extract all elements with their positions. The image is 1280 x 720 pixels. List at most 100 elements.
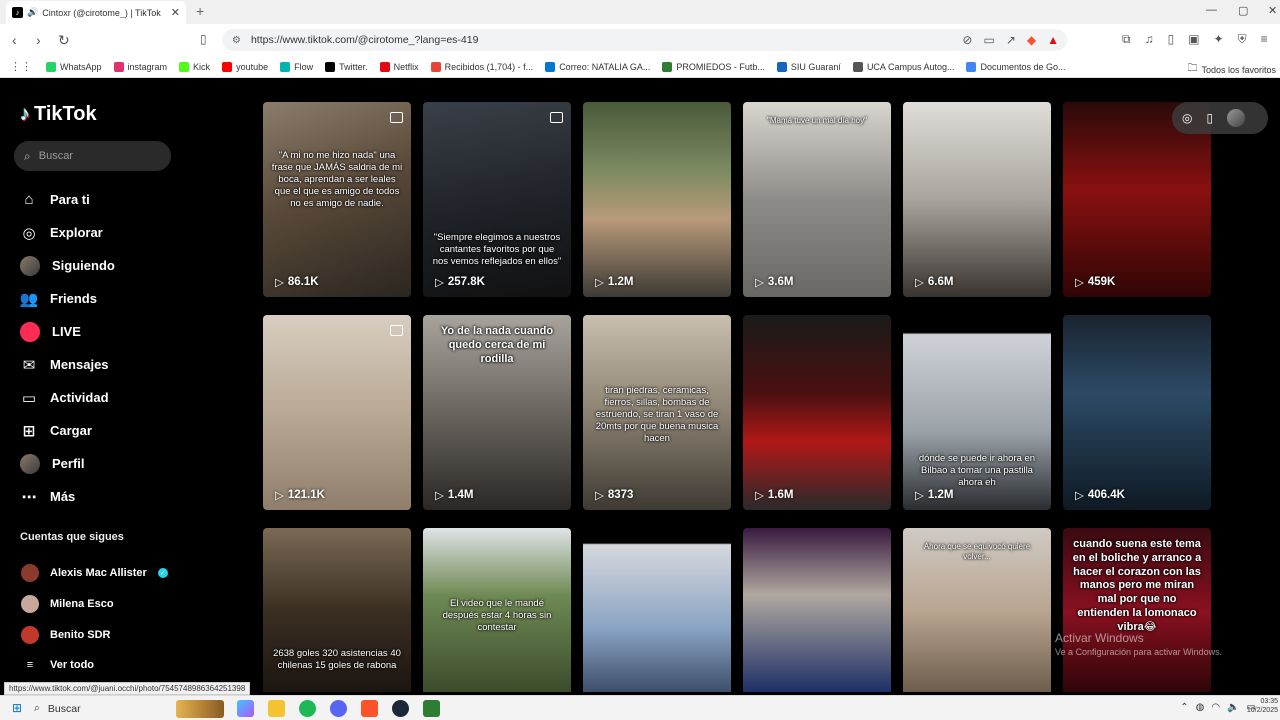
- reload-button[interactable]: ↻: [58, 32, 70, 49]
- video-card[interactable]: Ahora que se equivocó quiere volver...: [903, 528, 1051, 692]
- profile-avatar-small[interactable]: [1227, 109, 1246, 127]
- minimize-button[interactable]: —: [1206, 4, 1217, 16]
- bookmark-item[interactable]: PROMIEDOS - Futb...: [662, 61, 765, 72]
- wallet-icon[interactable]: ▣: [1188, 32, 1199, 47]
- following-account[interactable]: Benito SDR: [21, 619, 168, 650]
- view-count-value: 86.1K: [287, 276, 319, 288]
- maximize-button[interactable]: ▢: [1238, 4, 1248, 17]
- bookmark-item[interactable]: Flow: [280, 61, 313, 72]
- url-field[interactable]: ⚙ https://www.tiktok.com/@cirotome_?lang…: [222, 29, 1067, 51]
- video-card[interactable]: [743, 528, 891, 692]
- video-card[interactable]: dónde se puede ir ahora en Bilbao a toma…: [903, 315, 1051, 510]
- sidebar-icon[interactable]: ▯: [1168, 32, 1175, 47]
- video-card[interactable]: ▷ 1.2M: [583, 102, 731, 297]
- following-account[interactable]: Alexis Mac Allister ✓: [21, 557, 168, 588]
- sidebar-item-friends[interactable]: 👥 Friends: [20, 282, 115, 315]
- bookmark-favicon-icon: [222, 61, 233, 72]
- device-icon[interactable]: ▯: [1206, 111, 1213, 125]
- new-tab-button[interactable]: +: [196, 3, 204, 19]
- share-icon[interactable]: ↗: [1006, 33, 1016, 47]
- taskbar-search[interactable]: ⌕ Buscar: [34, 699, 224, 718]
- bookmark-item[interactable]: youtube: [222, 61, 268, 72]
- video-card[interactable]: "Mamá tuve un mal día hoy" ▷ 3.6M: [743, 102, 891, 297]
- bookmark-item[interactable]: UCA Campus Autog...: [852, 61, 955, 72]
- sidebar-item-explorar[interactable]: ◎ Explorar: [20, 216, 115, 249]
- sidebar-item-siguiendo[interactable]: Siguiendo: [20, 249, 115, 282]
- extension-icon[interactable]: ⧉: [1122, 32, 1131, 47]
- video-card[interactable]: tiran piedras, ceramicas, fierros, silla…: [583, 315, 731, 510]
- app-icon[interactable]: [423, 700, 440, 717]
- video-card[interactable]: [583, 528, 731, 692]
- video-card[interactable]: ▷ 406.4K: [1063, 315, 1211, 510]
- browser-extensions: ⧉ ♫ ▯ ▣ ✦ ⛨ ≡: [1122, 32, 1268, 47]
- account-name: Benito SDR: [50, 628, 111, 641]
- view-count-value: 1.2M: [927, 489, 954, 501]
- site-info-icon[interactable]: ⚙: [232, 35, 241, 46]
- bookmarks-folder[interactable]: 🗀 Todos los favoritos: [1187, 61, 1276, 78]
- back-button[interactable]: ‹: [12, 32, 17, 48]
- windows-start-icon[interactable]: ⊞: [12, 701, 22, 715]
- menu-icon[interactable]: ≡: [1261, 32, 1268, 47]
- media-icon[interactable]: ♫: [1145, 32, 1154, 47]
- steam-icon[interactable]: [392, 700, 409, 717]
- spotify-icon[interactable]: [299, 700, 316, 717]
- video-card[interactable]: ▷ 121.1K: [263, 315, 411, 510]
- video-card[interactable]: cuando suena este tema en el boliche y a…: [1063, 528, 1211, 692]
- see-all-link[interactable]: ≡ Ver todo: [21, 649, 94, 680]
- speaker-icon[interactable]: 🔊: [27, 7, 38, 18]
- following-account[interactable]: Milena Esco: [21, 588, 168, 619]
- bookmark-item[interactable]: Netflix: [379, 61, 419, 72]
- play-icon: ▷: [1075, 277, 1084, 289]
- bookmark-favicon-icon: [280, 61, 291, 72]
- bookmark-label: instagram: [127, 61, 168, 72]
- no-tracking-icon[interactable]: ⊘: [962, 33, 972, 47]
- photo-post-icon: [390, 112, 403, 123]
- video-card[interactable]: "A mi no me hizo nada" una frase que JAM…: [263, 102, 411, 297]
- bookmark-page-icon[interactable]: ▯: [200, 32, 207, 46]
- sidebar-item-live[interactable]: LIVE: [20, 315, 115, 348]
- bookmark-item[interactable]: Kick: [179, 61, 210, 72]
- volume-icon[interactable]: 🔈: [1227, 702, 1239, 713]
- tray-chevron-icon[interactable]: ⌃: [1180, 702, 1188, 713]
- bookmark-item[interactable]: WhatsApp: [46, 61, 102, 72]
- bookmark-item[interactable]: Twitter.: [325, 61, 368, 72]
- brave-icon[interactable]: [361, 700, 378, 717]
- bookmark-item[interactable]: Correo: NATALIA GA...: [545, 61, 650, 72]
- video-card[interactable]: "Siempre elegimos a nuestros cantantes f…: [423, 102, 571, 297]
- sidebar-item-mensajes[interactable]: ✉ Mensajes: [20, 348, 115, 381]
- sidebar-item-para-ti[interactable]: ⌂ Para ti: [20, 183, 115, 216]
- cast-icon[interactable]: ▭: [983, 33, 994, 47]
- taskbar-clock[interactable]: 03:35 10/2/2025: [1247, 697, 1278, 715]
- bookmark-item[interactable]: instagram: [113, 61, 168, 72]
- video-card[interactable]: Yo de la nada cuando quedo cerca de mi r…: [423, 315, 571, 510]
- search-input[interactable]: ⌕ Buscar: [14, 141, 171, 171]
- bookmark-item[interactable]: Documentos de Go...: [966, 61, 1066, 72]
- vpn-icon[interactable]: ⛨: [1238, 32, 1247, 47]
- browser-tab[interactable]: ♪ 🔊 Cintoxr (@cirotome_) | TikTok ✕: [6, 1, 186, 24]
- video-card[interactable]: El video que le mandé después estar 4 ho…: [423, 528, 571, 692]
- close-tab-icon[interactable]: ✕: [171, 6, 180, 19]
- video-card[interactable]: 2638 goles 320 asistencias 40 chilenas 1…: [263, 528, 411, 692]
- brave-shield-icon[interactable]: ◆: [1027, 33, 1036, 47]
- sidebar-item-actividad[interactable]: ▭ Actividad: [20, 381, 115, 414]
- sidebar-item-cargar[interactable]: ⊞ Cargar: [20, 414, 115, 447]
- wifi-icon[interactable]: ◠: [1211, 702, 1220, 713]
- discord-icon[interactable]: [330, 700, 347, 717]
- tiktok-logo[interactable]: ♪ TikTok: [20, 103, 97, 126]
- network-icon[interactable]: ◍: [1196, 702, 1205, 713]
- compass-small-icon[interactable]: ◎: [1182, 111, 1192, 125]
- leo-ai-icon[interactable]: ✦: [1214, 32, 1224, 47]
- close-window-button[interactable]: ✕: [1268, 4, 1277, 17]
- sidebar-item-perfil[interactable]: Perfil: [20, 447, 115, 480]
- apps-grid-icon[interactable]: ⋮⋮: [10, 60, 32, 73]
- bookmark-label: UCA Campus Autog...: [866, 61, 955, 72]
- video-card[interactable]: ▷ 6.6M: [903, 102, 1051, 297]
- bookmark-item[interactable]: SIU Guaraní: [776, 61, 841, 72]
- forward-button[interactable]: ›: [36, 32, 41, 48]
- sidebar-item-más[interactable]: ⋯ Más: [20, 480, 115, 513]
- video-card[interactable]: ▷ 1.6M: [743, 315, 891, 510]
- bookmark-item[interactable]: Recibidos (1,704) - f...: [430, 61, 533, 72]
- file-explorer-icon[interactable]: [268, 700, 285, 717]
- brave-rewards-icon[interactable]: ▲: [1047, 33, 1059, 47]
- copilot-icon[interactable]: [237, 700, 254, 717]
